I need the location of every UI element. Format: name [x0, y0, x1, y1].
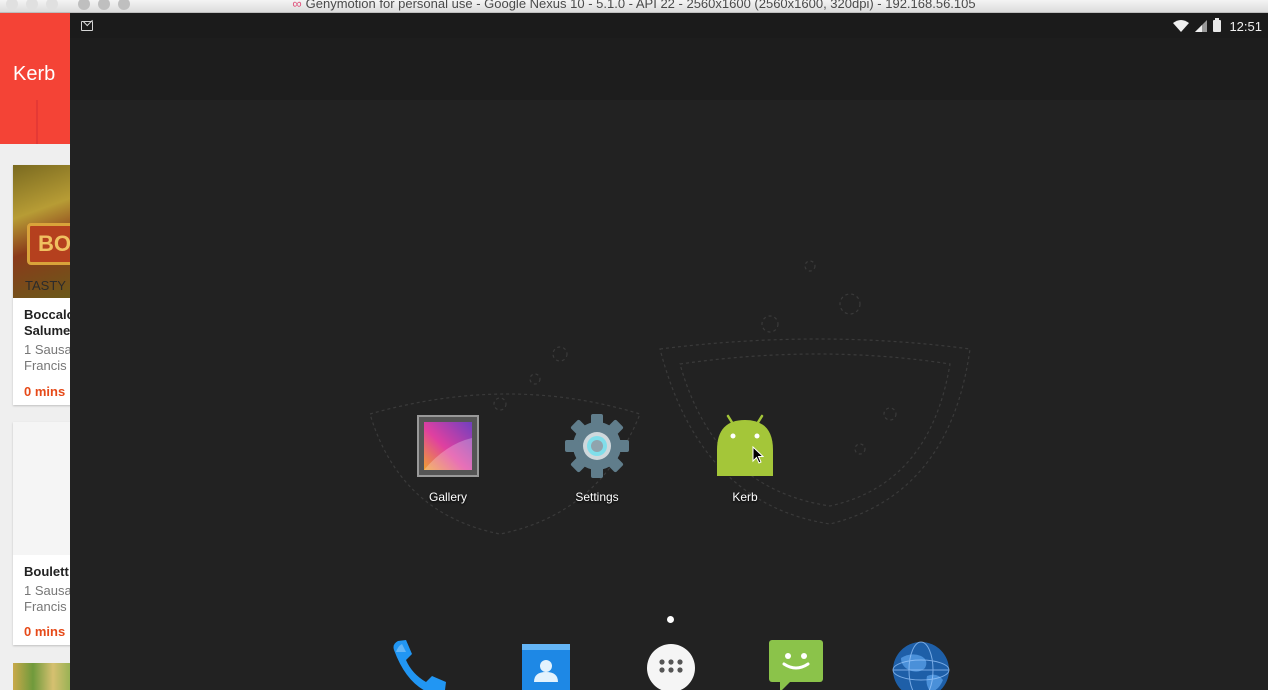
- vendor-address-line2: Francis: [24, 358, 67, 373]
- app-settings[interactable]: Settings: [547, 414, 647, 510]
- gallery-icon: [417, 415, 479, 477]
- vendor-card[interactable]: BO TASTY Boccalo Salume 1 Sausa Francis …: [13, 165, 70, 405]
- status-clock: 12:51: [1229, 18, 1262, 34]
- android-icon: [717, 414, 773, 476]
- vendor-card-image: BO TASTY: [13, 165, 70, 298]
- vendor-card[interactable]: Boulett 1 Sausa Francis 0 mins: [13, 422, 70, 645]
- kerb-toolbar-title: Kerb: [13, 63, 56, 85]
- vendor-address: 1 Sausa: [24, 583, 70, 598]
- battery-icon: [1213, 18, 1222, 32]
- vendor-image-caption: TASTY: [25, 278, 66, 293]
- vendor-sign: BO: [27, 223, 70, 265]
- page-indicator-dot: [667, 616, 674, 623]
- status-bar[interactable]: 12:51: [70, 14, 1268, 38]
- vendor-eta: 0 mins: [24, 384, 66, 399]
- contacts-icon[interactable]: [516, 638, 576, 690]
- android-screen[interactable]: 12:51 Gallery Settings Kerb: [70, 14, 1268, 690]
- vendor-title-line2: Salume: [24, 323, 70, 338]
- home-top-band: [70, 38, 1268, 100]
- vendor-card-image: [13, 422, 70, 555]
- mouse-cursor-icon: [752, 446, 764, 464]
- vendor-eta: 0 mins: [24, 624, 66, 639]
- app-label: Kerb: [732, 490, 758, 504]
- kerb-tab-strip[interactable]: [0, 100, 70, 144]
- vendor-card-partial[interactable]: [13, 663, 70, 690]
- vendor-address-line2: Francis: [24, 599, 67, 614]
- phone-icon[interactable]: [388, 638, 448, 690]
- gmail-icon: [81, 21, 93, 31]
- app-kerb[interactable]: Kerb: [695, 414, 795, 510]
- app-gallery[interactable]: Gallery: [398, 414, 498, 510]
- signal-icon: [1195, 20, 1208, 32]
- vendor-title: Boccalo: [24, 307, 70, 322]
- wifi-icon: [1173, 20, 1190, 32]
- window-title: ∞ Genymotion for personal use - Google Ne…: [0, 0, 1268, 11]
- app-drawer-icon[interactable]: [641, 638, 701, 690]
- settings-gear-icon: [565, 414, 629, 478]
- vendor-title: Boulett: [24, 564, 69, 579]
- window-title-text: Genymotion for personal use - Google Nex…: [305, 0, 976, 11]
- globe-icon[interactable]: [891, 638, 951, 690]
- messaging-icon[interactable]: [766, 638, 826, 690]
- genymotion-logo-icon: ∞: [292, 0, 302, 11]
- kerb-toolbar: Kerb: [0, 12, 70, 100]
- emulator-titlebar[interactable]: ∞ Genymotion for personal use - Google Ne…: [0, 0, 1268, 13]
- app-label: Settings: [575, 490, 619, 504]
- vendor-address: 1 Sausa: [24, 342, 70, 357]
- app-label: Gallery: [428, 490, 467, 504]
- kerb-app-window[interactable]: Kerb BO TASTY Boccalo Salume 1 Sausa Fra…: [0, 0, 70, 690]
